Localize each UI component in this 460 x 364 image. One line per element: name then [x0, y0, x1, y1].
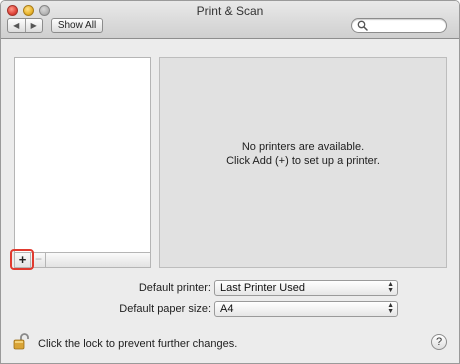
printer-detail-pane: No printers are available. Click Add (+)…: [159, 57, 447, 268]
forward-arrow-icon[interactable]: ▶: [26, 19, 43, 32]
add-button-highlight: [10, 249, 34, 270]
default-paper-value: A4: [220, 303, 234, 315]
show-all-button[interactable]: Show All: [51, 18, 103, 33]
no-printers-line: No printers are available.: [241, 141, 365, 153]
search-icon: [357, 20, 368, 31]
lock-message: Click the lock to prevent further change…: [38, 338, 238, 350]
default-printer-value: Last Printer Used: [220, 282, 305, 294]
default-paper-popup[interactable]: A4 ▲ ▼: [214, 301, 398, 317]
help-button[interactable]: ?: [431, 334, 447, 350]
default-printer-row: Default printer: Last Printer Used ▲ ▼: [101, 280, 398, 296]
popup-arrows-icon: ▲ ▼: [387, 302, 394, 315]
window-title: Print & Scan: [196, 4, 264, 18]
print-scan-window: Print & Scan ◀ ▶ Show All + − No printer…: [0, 0, 460, 364]
no-printers-message: No printers are available. Click Add (+)…: [160, 140, 446, 168]
default-printer-popup[interactable]: Last Printer Used ▲ ▼: [214, 280, 398, 296]
back-forward-control: ◀ ▶: [7, 18, 43, 33]
add-printer-hint: Click Add (+) to set up a printer.: [226, 155, 380, 167]
default-paper-label: Default paper size:: [119, 303, 211, 315]
default-printer-label: Default printer:: [138, 282, 211, 294]
printer-list[interactable]: [14, 57, 151, 253]
printer-list-controls: + −: [14, 252, 151, 268]
search-field[interactable]: [351, 18, 447, 33]
remove-printer-button[interactable]: −: [32, 253, 46, 267]
back-arrow-icon[interactable]: ◀: [8, 19, 26, 32]
popup-arrows-icon: ▲ ▼: [387, 281, 394, 294]
default-paper-row: Default paper size: A4 ▲ ▼: [101, 301, 398, 317]
lock-icon[interactable]: [13, 332, 30, 350]
window-toolbar: Print & Scan ◀ ▶ Show All: [1, 1, 459, 39]
